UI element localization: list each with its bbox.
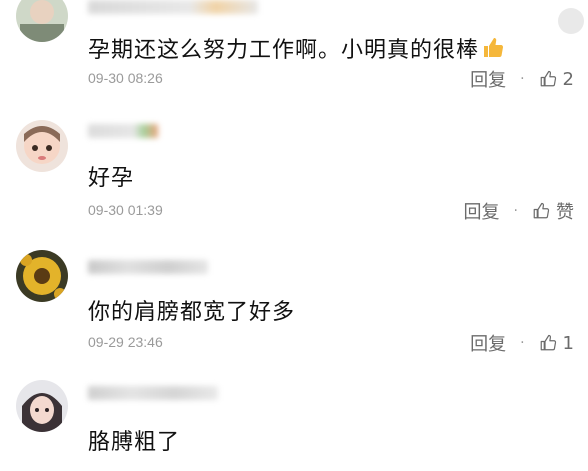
thumbs-up-icon	[533, 202, 550, 219]
thumbs-up-icon	[540, 70, 556, 87]
comment-actions: 回复 · 1	[470, 330, 574, 356]
top-right-circle-button[interactable]	[558, 8, 584, 34]
reply-button[interactable]: 回复	[470, 330, 506, 356]
comment-time: 09-30 01:39	[88, 202, 163, 218]
comment-text-body: 孕期还这么努力工作啊。小明真的很棒	[88, 38, 480, 63]
thumbs-up-icon	[540, 334, 556, 351]
like-count: 1	[562, 332, 574, 354]
like-count: 2	[562, 68, 574, 90]
comment-text: 好孕	[88, 166, 135, 191]
avatar[interactable]	[16, 120, 68, 172]
like-button[interactable]: 赞	[532, 198, 574, 224]
username-blurred	[88, 0, 258, 14]
comment-actions: 回复 · 2	[470, 66, 574, 92]
username-blurred	[88, 386, 218, 400]
avatar[interactable]	[16, 380, 68, 432]
comment-text: 你的肩膀都宽了好多	[88, 300, 296, 325]
avatar-image	[16, 250, 68, 302]
username-blurred	[88, 124, 158, 138]
like-button[interactable]: 2	[539, 69, 574, 90]
avatar-image	[16, 0, 68, 42]
separator-dot: ·	[520, 71, 525, 87]
reply-button[interactable]: 回复	[470, 66, 506, 92]
separator-dot: ·	[520, 335, 525, 351]
comment-text: 孕期还这么努力工作啊。小明真的很棒	[88, 32, 505, 66]
avatar[interactable]	[16, 0, 68, 42]
comment-time: 09-30 08:26	[88, 70, 163, 86]
username-blurred	[88, 260, 208, 274]
separator-dot: ·	[513, 203, 518, 219]
comment-time: 09-29 23:46	[88, 334, 163, 350]
comment-actions: 回复 · 赞	[464, 198, 574, 224]
avatar[interactable]	[16, 250, 68, 302]
reply-button[interactable]: 回复	[464, 198, 500, 224]
like-count: 赞	[556, 202, 574, 223]
avatar-image	[16, 380, 68, 432]
thumbs-up-emoji-icon	[481, 36, 505, 66]
comment-text: 胳膊粗了	[88, 430, 181, 455]
avatar-image	[16, 120, 68, 172]
like-button[interactable]: 1	[539, 333, 574, 354]
